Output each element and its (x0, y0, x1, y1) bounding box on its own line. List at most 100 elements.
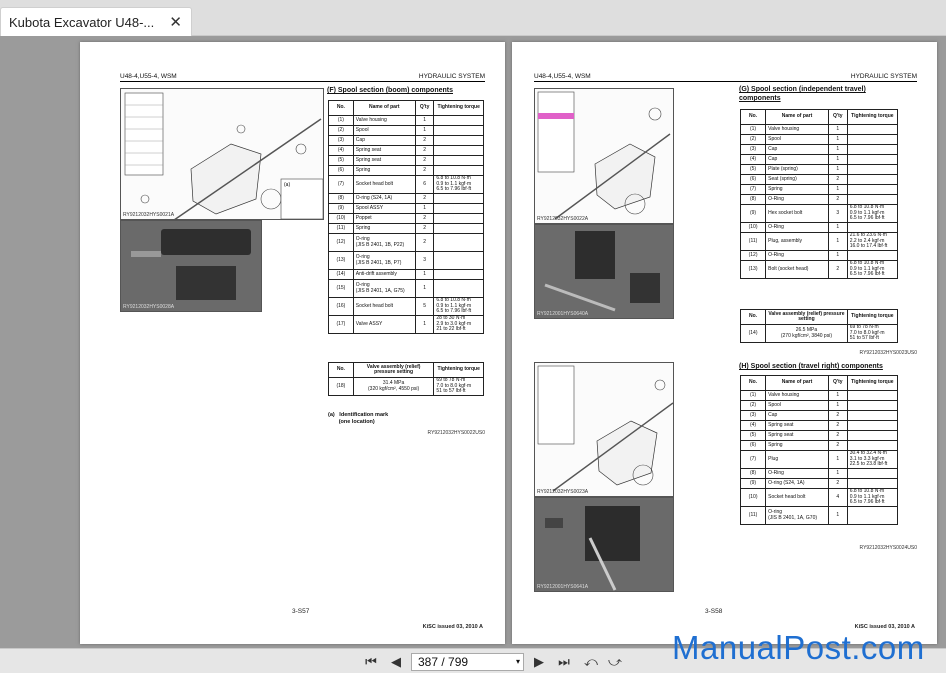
close-icon[interactable]: ✕ (169, 13, 182, 31)
table-row: (5) Spring seat 2 (739, 430, 899, 441)
figure-caption: RY9212032HYS0028A (123, 304, 175, 310)
table-cell: (5) (739, 430, 767, 441)
page-left: U48-4,U55-4, WSM HYDRAULIC SYSTEM (a) RY… (80, 42, 505, 644)
boom-diagram-drawing: (a) (124, 92, 323, 219)
figure-caption: RY9212032HYS0022A (537, 216, 589, 222)
table-row: (6) Spring 2 (739, 440, 899, 451)
table-cell (433, 213, 484, 224)
figure-caption: RY9212001HYS0640A (537, 311, 589, 317)
figure-caption: RY9212032HYS0023A (537, 489, 589, 495)
page-selector[interactable]: 387 / 799 ▾ (411, 653, 524, 671)
table-cell: 1 (827, 232, 848, 251)
identification-note: (a) Identification mark (one location) (328, 412, 389, 425)
page-number: 3-S57 (292, 608, 310, 615)
table-cell: Socket head bolt (352, 175, 416, 194)
table-cell (433, 233, 484, 252)
table-cell: 26.5 MPa (270 kgf/cm², 3840 psi) (765, 324, 848, 343)
column-header: No. (739, 375, 767, 391)
table-cell: (3) (739, 410, 767, 421)
table-header-row: No. Name of part Q'ty Tightening torque (739, 375, 899, 391)
column-header: Q'ty (827, 375, 848, 391)
table-cell: O-Ring (765, 468, 829, 479)
table-row: (17) Valve ASSY 1 28 to 30 N·m 2.9 to 3.0 kg… (328, 315, 484, 334)
table-cell: (4) (328, 145, 354, 156)
page-header-left: U48-4,U55-4, WSM (120, 73, 177, 80)
table-row: (8) O-ring (S24, 1A) 2 (328, 193, 484, 204)
chevron-down-icon[interactable]: ▾ (516, 657, 520, 666)
table-cell: 6 (414, 175, 435, 194)
table-row: (4) Cap 1 (739, 154, 899, 165)
table-cell: 1 (414, 115, 435, 126)
exploded-diagram-travel-right: RY9212032HYS0023A (534, 362, 674, 497)
page-header-right: HYDRAULIC SYSTEM (418, 73, 485, 80)
column-header: Q'ty (414, 100, 435, 116)
table-cell (433, 155, 484, 166)
table-cell: (6) (739, 174, 767, 185)
back-view-icon[interactable]: ⤺ (582, 653, 600, 670)
boom-relief-table: No. Valve assembly (relief) pressure sett… (328, 362, 484, 396)
document-viewer[interactable]: U48-4,U55-4, WSM HYDRAULIC SYSTEM (a) RY… (0, 36, 946, 648)
table-row: (3) Cap 2 (328, 135, 484, 146)
table-cell: (8) (739, 194, 767, 205)
forward-view-icon[interactable]: ⤻ (606, 653, 624, 670)
table-cell: 2 (827, 430, 848, 441)
table-cell: Cap (765, 410, 829, 421)
table-cell (846, 124, 899, 135)
table-cell: 2 (414, 165, 435, 176)
photo-travel-spool: RY9212001HYS0640A (534, 224, 674, 319)
header-rule (120, 81, 485, 82)
table-cell: Spring seat (765, 420, 829, 431)
exploded-diagram-boom: (a) RY9212032HYS0021A (120, 88, 324, 220)
table-cell: (12) (739, 250, 767, 261)
travel-photo-drawing (535, 225, 673, 318)
table-cell: (8) (739, 468, 767, 479)
document-tab[interactable]: Kubota Excavator U48-... ✕ (0, 7, 192, 36)
reference-code: RY9212032HYS0022US0 (427, 430, 485, 436)
table-cell (846, 154, 899, 165)
table-cell: (14) (739, 324, 767, 343)
table-cell: 2 (414, 155, 435, 166)
table-cell: Plate (spring) (765, 164, 829, 175)
table-cell: Cap (765, 144, 829, 155)
table-cell: O-Ring (765, 194, 829, 205)
table-row: (7) Plug 1 30.4 to 32.4 N·m 3.1 to 3.3 kgf·m… (739, 450, 899, 469)
table-cell: 2 (827, 420, 848, 431)
table-row: (12) O-Ring 1 (739, 250, 899, 261)
table-cell: (7) (739, 184, 767, 195)
table-cell: Spool (765, 400, 829, 411)
table-row: (1) Valve housing 1 (328, 115, 484, 126)
reference-code: RY9212032HYS0023US0 (859, 350, 917, 356)
table-cell: (5) (328, 155, 354, 166)
table-cell (433, 223, 484, 234)
column-header: Tightening torque (846, 309, 899, 325)
table-cell: Socket head bolt (765, 488, 829, 507)
column-header: Q'ty (827, 109, 848, 125)
table-cell: Hex socket bolt (765, 204, 829, 223)
column-header: Tightening torque (433, 100, 484, 116)
photo-boom-spool: RY9212032HYS0028A (120, 220, 262, 312)
table-row: (14) 26.5 MPa (270 kgf/cm², 3840 psi) 69 to… (739, 324, 899, 343)
table-cell: (1) (739, 390, 767, 401)
table-row: (10) Socket head bolt 4 6.8 to 10.8 N·m 0.9 … (739, 488, 899, 507)
previous-page-icon[interactable]: ◀ (387, 653, 405, 670)
table-cell: 1 (414, 315, 435, 334)
table-row: (9) Hex socket bolt 3 6.8 to 10.8 N·m 0.9 to… (739, 204, 899, 223)
table-cell: Plug (765, 450, 829, 469)
table-cell: (11) (328, 223, 354, 234)
table-cell: (9) (739, 478, 767, 489)
table-cell: Valve housing (765, 390, 829, 401)
first-page-icon[interactable]: ⏮ (362, 653, 380, 670)
boom-photo-drawing (121, 221, 261, 311)
travel-right-parts-table: No. Name of part Q'ty Tightening torque (1)… (739, 375, 899, 525)
next-page-icon[interactable]: ▶ (530, 653, 548, 670)
travel-diagram-drawing (537, 91, 671, 220)
table-cell: 1 (827, 134, 848, 145)
table-cell (433, 145, 484, 156)
column-header: No. (739, 109, 767, 125)
page-number: 3-S58 (705, 608, 723, 615)
figure-caption: RY9212001HYS0641A (537, 584, 589, 590)
table-row: (11) Spring 2 (328, 223, 484, 234)
last-page-icon[interactable]: ⏭ (555, 653, 573, 670)
table-cell (846, 194, 899, 205)
table-cell: (10) (328, 213, 354, 224)
